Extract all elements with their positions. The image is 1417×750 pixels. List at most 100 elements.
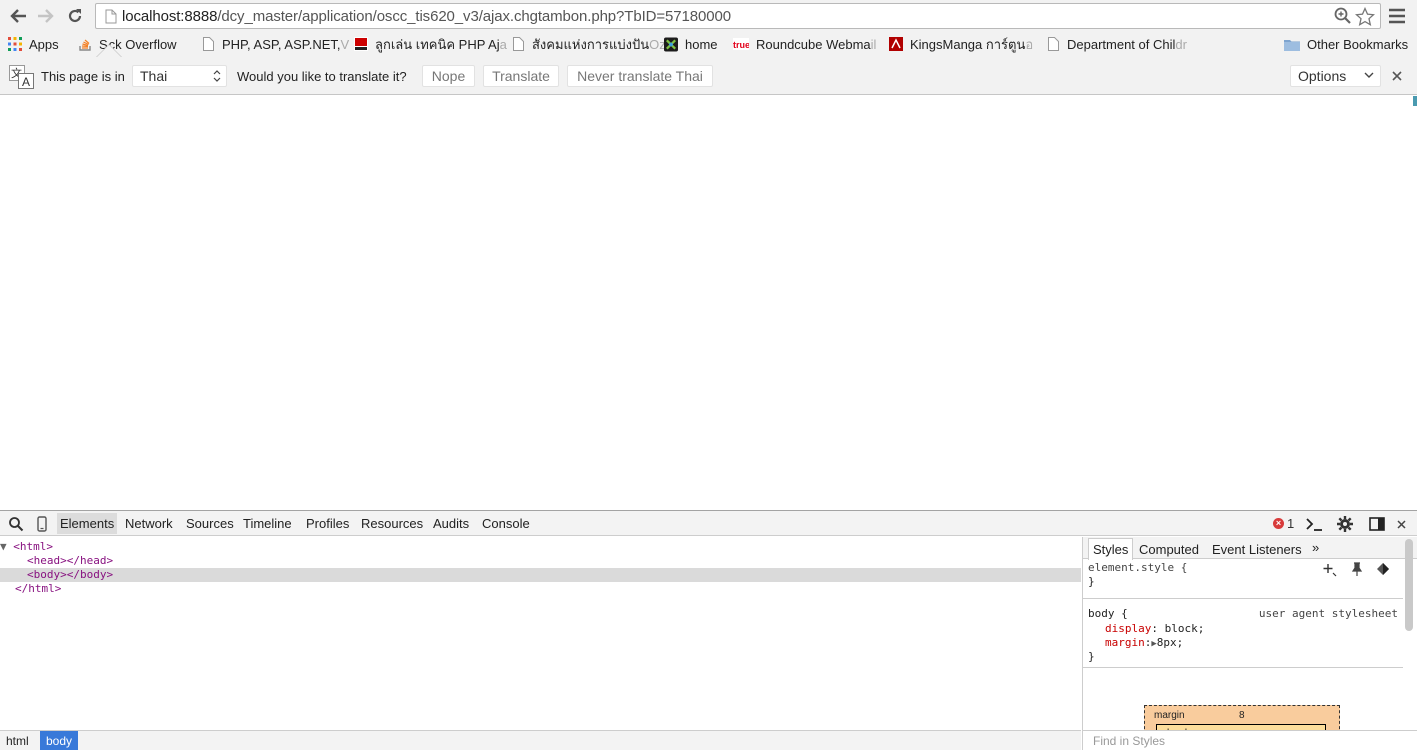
bookmark-php-asp[interactable]: PHP, ASP, ASP.NET, V	[201, 35, 349, 53]
rule-separator	[1083, 667, 1403, 668]
tab-resources[interactable]: Resources	[361, 516, 423, 531]
url-host: localhost:8888	[122, 8, 218, 25]
stack-overflow-icon	[78, 37, 92, 51]
kingsmanga-icon	[889, 37, 903, 51]
breadcrumb-html[interactable]: html	[0, 731, 35, 750]
url-text[interactable]: localhost:8888/dcy_master/application/os…	[122, 8, 731, 25]
tab-event-listeners[interactable]: Event Listeners	[1212, 542, 1302, 557]
bookmark-home[interactable]: home	[664, 35, 718, 53]
console-drawer-icon[interactable]	[1305, 516, 1323, 532]
close-icon[interactable]	[1396, 519, 1407, 530]
dom-html-open: <html>	[13, 540, 53, 553]
pin-icon[interactable]	[1351, 562, 1363, 576]
bookmark-stack-overflow[interactable]: Sck Overflow	[78, 35, 177, 53]
dom-node-head[interactable]: <head></head>	[0, 554, 1081, 568]
tab-console[interactable]: Console	[482, 516, 530, 531]
translate-question-text: Would you like to translate it?	[237, 69, 407, 84]
translate-icon: 文 A	[9, 65, 34, 89]
margin-value[interactable]: 8px;	[1157, 636, 1184, 649]
element-style-selector[interactable]: element.style {	[1088, 561, 1187, 574]
error-icon: ×	[1273, 518, 1284, 529]
styles-tabbar: Styles Computed Event Listeners »	[1083, 537, 1417, 560]
bookmark-thai-php[interactable]: ลูกเล่น เทคนิค PHP Aj a	[354, 35, 507, 53]
device-mode-icon[interactable]	[34, 516, 50, 532]
reload-button[interactable]	[64, 6, 86, 26]
bookmark-sharing-society-label: สังคมแห่งการแบ่งปัน	[532, 36, 650, 52]
find-in-styles-input[interactable]	[1093, 734, 1393, 748]
dom-node-body[interactable]: <body></body>	[0, 568, 1081, 582]
body-ua-rule: body { user agent stylesheet display: bl…	[1088, 607, 1398, 663]
tab-styles[interactable]: Styles	[1088, 538, 1134, 560]
chevron-down-icon	[1364, 72, 1374, 78]
devtools-tabbar: Elements Network Sources Timeline Profil…	[0, 511, 1417, 536]
bookmark-kingsmanga[interactable]: KingsManga การ์ตูน อ	[889, 35, 1033, 53]
more-tabs-button[interactable]: »	[1312, 540, 1319, 555]
reload-icon	[68, 9, 82, 23]
tab-computed[interactable]: Computed	[1139, 542, 1199, 557]
translate-page-is-in-text: This page is in	[41, 69, 125, 84]
bookmark-department[interactable]: Department of Chil dr	[1046, 35, 1187, 53]
display-value[interactable]: : block;	[1151, 622, 1204, 635]
rule-separator	[1083, 598, 1403, 599]
bookmark-sharing-society[interactable]: สังคมแห่งการแบ่งปัน Oz	[511, 35, 666, 53]
bookmark-thai-php-label: ลูกเล่น เทคนิค PHP Aj	[375, 36, 500, 52]
select-arrows-icon	[213, 70, 221, 82]
dom-node-html[interactable]: ▼ <html>	[0, 540, 1081, 554]
bookmark-roundcube-label: Roundcube Webma	[756, 36, 871, 52]
zoom-icon[interactable]	[1334, 7, 1352, 25]
tab-timeline[interactable]: Timeline	[243, 516, 292, 531]
dock-side-icon[interactable]	[1369, 516, 1385, 532]
bookmark-roundcube[interactable]: true Roundcube Webma il	[733, 35, 876, 53]
home-app-icon	[664, 37, 678, 51]
gear-icon[interactable]	[1337, 516, 1353, 532]
body-selector[interactable]: body {	[1088, 607, 1128, 620]
dom-body-text: <body></body>	[27, 568, 114, 581]
bookmark-kingsmanga-label: KingsManga การ์ตูน	[910, 36, 1026, 52]
element-style-close: }	[1088, 575, 1095, 588]
svg-text:A: A	[22, 75, 30, 89]
tab-elements[interactable]: Elements	[57, 513, 118, 534]
body-rule-close: }	[1088, 650, 1095, 663]
never-translate-button[interactable]: Never translate Thai	[567, 65, 713, 87]
window-edge-accent	[1413, 96, 1417, 106]
page-icon	[511, 37, 525, 51]
thaicreate-icon	[354, 37, 368, 51]
new-style-rule-icon[interactable]	[1323, 563, 1337, 577]
find-in-styles-bar	[1082, 730, 1417, 750]
browser-window: localhost:8888/dcy_master/application/os…	[0, 0, 1417, 750]
nope-button[interactable]: Nope	[422, 65, 475, 87]
element-state-icon[interactable]	[1375, 562, 1391, 576]
source-language-select[interactable]: Thai	[132, 65, 227, 87]
tab-network[interactable]: Network	[125, 516, 173, 531]
translate-button[interactable]: Translate	[483, 65, 559, 87]
back-button[interactable]	[7, 6, 29, 26]
margin-property[interactable]: margin	[1105, 636, 1145, 649]
bookmark-apps-label: Apps	[29, 36, 59, 52]
svg-text:true: true	[733, 40, 749, 50]
address-bar[interactable]: localhost:8888/dcy_master/application/os…	[95, 3, 1381, 29]
expand-triangle-icon[interactable]: ▼	[0, 540, 13, 553]
options-dropdown[interactable]: Options	[1290, 65, 1381, 87]
folder-icon	[1284, 37, 1300, 51]
display-property[interactable]: display	[1105, 622, 1151, 635]
styles-scrollbar[interactable]	[1405, 539, 1413, 631]
close-icon[interactable]	[1391, 70, 1403, 82]
bookmark-home-label: home	[685, 36, 718, 52]
page-icon	[1046, 37, 1060, 51]
tab-profiles[interactable]: Profiles	[306, 516, 349, 531]
bookmark-other[interactable]: Other Bookmarks	[1284, 35, 1408, 53]
error-counter[interactable]: × 1	[1273, 516, 1294, 531]
box-margin-value[interactable]: 8	[1239, 710, 1245, 721]
inspect-search-icon[interactable]	[8, 516, 24, 532]
devtools-panel: Elements Network Sources Timeline Profil…	[0, 510, 1417, 750]
hamburger-menu-icon[interactable]	[1388, 7, 1406, 25]
dom-breadcrumb: html body	[0, 730, 1081, 750]
bookmark-department-label: Department of Chil	[1067, 36, 1176, 52]
tab-audits[interactable]: Audits	[433, 516, 469, 531]
bookmark-star-icon[interactable]	[1355, 7, 1375, 26]
forward-button[interactable]	[35, 6, 57, 26]
breadcrumb-body[interactable]: body	[40, 731, 79, 750]
bookmark-other-label: Other Bookmarks	[1307, 36, 1409, 52]
tab-sources[interactable]: Sources	[186, 516, 234, 531]
bookmark-apps[interactable]: Apps	[8, 35, 59, 53]
